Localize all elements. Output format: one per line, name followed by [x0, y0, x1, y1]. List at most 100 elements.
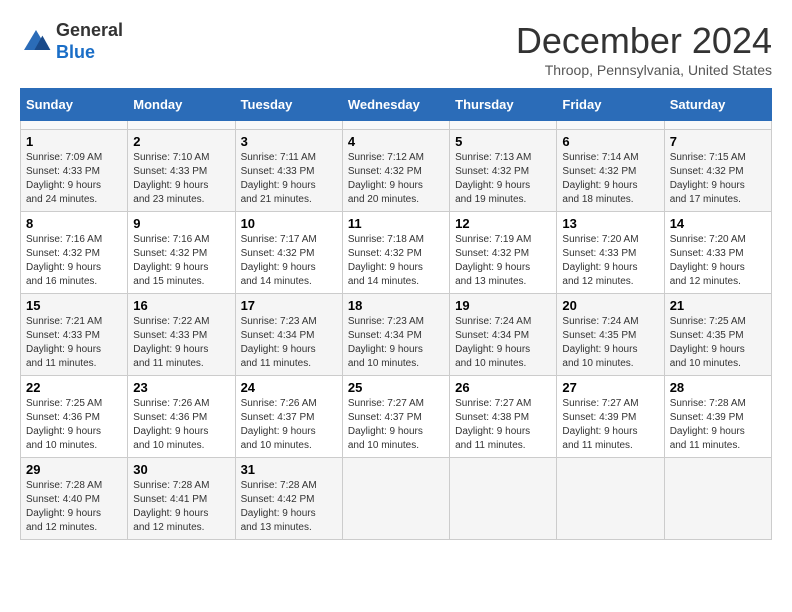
- day-info: Sunrise: 7:23 AMSunset: 4:34 PMDaylight:…: [241, 315, 337, 371]
- day-info: Sunrise: 7:16 AMSunset: 4:32 PMDaylight:…: [133, 233, 229, 289]
- day-number: 2: [133, 134, 229, 149]
- day-cell-30: 30 Sunrise: 7:28 AMSunset: 4:41 PMDayligh…: [128, 458, 235, 540]
- day-info: Sunrise: 7:23 AMSunset: 4:34 PMDaylight:…: [348, 315, 444, 371]
- day-number: 22: [26, 380, 122, 395]
- day-info: Sunrise: 7:25 AMSunset: 4:35 PMDaylight:…: [670, 315, 766, 371]
- month-title: December 2024: [516, 20, 772, 62]
- day-number: 14: [670, 216, 766, 231]
- title-block: December 2024 Throop, Pennsylvania, Unit…: [516, 20, 772, 78]
- week-row-4: 15 Sunrise: 7:21 AMSunset: 4:33 PMDayligh…: [21, 294, 772, 376]
- week-row-6: 29Sunrise: 7:28 AMSunset: 4:40 PMDayligh…: [21, 458, 772, 540]
- day-cell-6: 6 Sunrise: 7:14 AMSunset: 4:32 PMDaylight…: [557, 130, 664, 212]
- day-info: Sunrise: 7:09 AMSunset: 4:33 PMDaylight:…: [26, 151, 122, 207]
- day-cell-29: 29Sunrise: 7:28 AMSunset: 4:40 PMDayligh…: [21, 458, 128, 540]
- day-info: Sunrise: 7:20 AMSunset: 4:33 PMDaylight:…: [562, 233, 658, 289]
- logo-icon: [20, 26, 52, 58]
- day-info: Sunrise: 7:16 AMSunset: 4:32 PMDaylight:…: [26, 233, 122, 289]
- day-info: Sunrise: 7:25 AMSunset: 4:36 PMDaylight:…: [26, 397, 122, 453]
- day-info: Sunrise: 7:14 AMSunset: 4:32 PMDaylight:…: [562, 151, 658, 207]
- empty-cell: [557, 121, 664, 130]
- col-header-sunday: Sunday: [21, 89, 128, 121]
- day-info: Sunrise: 7:24 AMSunset: 4:34 PMDaylight:…: [455, 315, 551, 371]
- day-number: 6: [562, 134, 658, 149]
- day-cell-1: 1 Sunrise: 7:09 AMSunset: 4:33 PMDaylight…: [21, 130, 128, 212]
- day-number: 17: [241, 298, 337, 313]
- day-number: 15: [26, 298, 122, 313]
- day-info: Sunrise: 7:26 AMSunset: 4:36 PMDaylight:…: [133, 397, 229, 453]
- day-info: Sunrise: 7:20 AMSunset: 4:33 PMDaylight:…: [670, 233, 766, 289]
- logo: General Blue: [20, 20, 123, 63]
- week-row-5: 22 Sunrise: 7:25 AMSunset: 4:36 PMDayligh…: [21, 376, 772, 458]
- week-row-1: [21, 121, 772, 130]
- day-number: 24: [241, 380, 337, 395]
- empty-cell: [664, 121, 771, 130]
- empty-cell: [235, 121, 342, 130]
- day-cell-26: 26 Sunrise: 7:27 AMSunset: 4:38 PMDayligh…: [450, 376, 557, 458]
- day-info: Sunrise: 7:12 AMSunset: 4:32 PMDaylight:…: [348, 151, 444, 207]
- col-header-saturday: Saturday: [664, 89, 771, 121]
- page-header: General Blue December 2024 Throop, Penns…: [20, 20, 772, 78]
- day-cell-19: 19Sunrise: 7:24 AMSunset: 4:34 PMDayligh…: [450, 294, 557, 376]
- day-number: 25: [348, 380, 444, 395]
- logo-blue: Blue: [56, 42, 123, 64]
- day-cell-2: 2 Sunrise: 7:10 AMSunset: 4:33 PMDaylight…: [128, 130, 235, 212]
- location: Throop, Pennsylvania, United States: [516, 62, 772, 78]
- day-number: 29: [26, 462, 122, 477]
- day-cell-28: 28Sunrise: 7:28 AMSunset: 4:39 PMDayligh…: [664, 376, 771, 458]
- day-number: 20: [562, 298, 658, 313]
- day-number: 3: [241, 134, 337, 149]
- day-number: 18: [348, 298, 444, 313]
- day-cell-10: 10Sunrise: 7:17 AMSunset: 4:32 PMDayligh…: [235, 212, 342, 294]
- day-info: Sunrise: 7:26 AMSunset: 4:37 PMDaylight:…: [241, 397, 337, 453]
- day-info: Sunrise: 7:28 AMSunset: 4:42 PMDaylight:…: [241, 479, 337, 535]
- day-cell-17: 17 Sunrise: 7:23 AMSunset: 4:34 PMDayligh…: [235, 294, 342, 376]
- day-cell-12: 12Sunrise: 7:19 AMSunset: 4:32 PMDayligh…: [450, 212, 557, 294]
- day-cell-24: 24 Sunrise: 7:26 AMSunset: 4:37 PMDayligh…: [235, 376, 342, 458]
- week-row-2: 1 Sunrise: 7:09 AMSunset: 4:33 PMDaylight…: [21, 130, 772, 212]
- day-cell-8: 8 Sunrise: 7:16 AMSunset: 4:32 PMDaylight…: [21, 212, 128, 294]
- day-info: Sunrise: 7:13 AMSunset: 4:32 PMDaylight:…: [455, 151, 551, 207]
- day-info: Sunrise: 7:24 AMSunset: 4:35 PMDaylight:…: [562, 315, 658, 371]
- empty-cell: [342, 458, 449, 540]
- day-number: 28: [670, 380, 766, 395]
- day-info: Sunrise: 7:27 AMSunset: 4:38 PMDaylight:…: [455, 397, 551, 453]
- day-info: Sunrise: 7:18 AMSunset: 4:32 PMDaylight:…: [348, 233, 444, 289]
- empty-cell: [664, 458, 771, 540]
- empty-cell: [342, 121, 449, 130]
- day-info: Sunrise: 7:28 AMSunset: 4:41 PMDaylight:…: [133, 479, 229, 535]
- day-number: 1: [26, 134, 122, 149]
- day-number: 5: [455, 134, 551, 149]
- day-cell-22: 22 Sunrise: 7:25 AMSunset: 4:36 PMDayligh…: [21, 376, 128, 458]
- day-number: 31: [241, 462, 337, 477]
- day-number: 10: [241, 216, 337, 231]
- day-info: Sunrise: 7:27 AMSunset: 4:39 PMDaylight:…: [562, 397, 658, 453]
- day-number: 12: [455, 216, 551, 231]
- day-cell-25: 25Sunrise: 7:27 AMSunset: 4:37 PMDayligh…: [342, 376, 449, 458]
- day-info: Sunrise: 7:21 AMSunset: 4:33 PMDaylight:…: [26, 315, 122, 371]
- empty-cell: [21, 121, 128, 130]
- day-cell-23: 23 Sunrise: 7:26 AMSunset: 4:36 PMDayligh…: [128, 376, 235, 458]
- day-number: 30: [133, 462, 229, 477]
- day-number: 9: [133, 216, 229, 231]
- day-number: 8: [26, 216, 122, 231]
- day-cell-20: 20 Sunrise: 7:24 AMSunset: 4:35 PMDayligh…: [557, 294, 664, 376]
- logo-text: General Blue: [56, 20, 123, 63]
- logo-general: General: [56, 20, 123, 42]
- week-row-3: 8 Sunrise: 7:16 AMSunset: 4:32 PMDaylight…: [21, 212, 772, 294]
- day-number: 26: [455, 380, 551, 395]
- day-cell-18: 18 Sunrise: 7:23 AMSunset: 4:34 PMDayligh…: [342, 294, 449, 376]
- day-number: 13: [562, 216, 658, 231]
- day-info: Sunrise: 7:10 AMSunset: 4:33 PMDaylight:…: [133, 151, 229, 207]
- day-number: 27: [562, 380, 658, 395]
- day-number: 21: [670, 298, 766, 313]
- day-cell-14: 14 Sunrise: 7:20 AMSunset: 4:33 PMDayligh…: [664, 212, 771, 294]
- day-number: 11: [348, 216, 444, 231]
- day-cell-13: 13 Sunrise: 7:20 AMSunset: 4:33 PMDayligh…: [557, 212, 664, 294]
- day-cell-4: 4Sunrise: 7:12 AMSunset: 4:32 PMDaylight…: [342, 130, 449, 212]
- day-cell-11: 11 Sunrise: 7:18 AMSunset: 4:32 PMDayligh…: [342, 212, 449, 294]
- day-number: 16: [133, 298, 229, 313]
- day-cell-15: 15 Sunrise: 7:21 AMSunset: 4:33 PMDayligh…: [21, 294, 128, 376]
- day-info: Sunrise: 7:22 AMSunset: 4:33 PMDaylight:…: [133, 315, 229, 371]
- day-number: 23: [133, 380, 229, 395]
- day-info: Sunrise: 7:15 AMSunset: 4:32 PMDaylight:…: [670, 151, 766, 207]
